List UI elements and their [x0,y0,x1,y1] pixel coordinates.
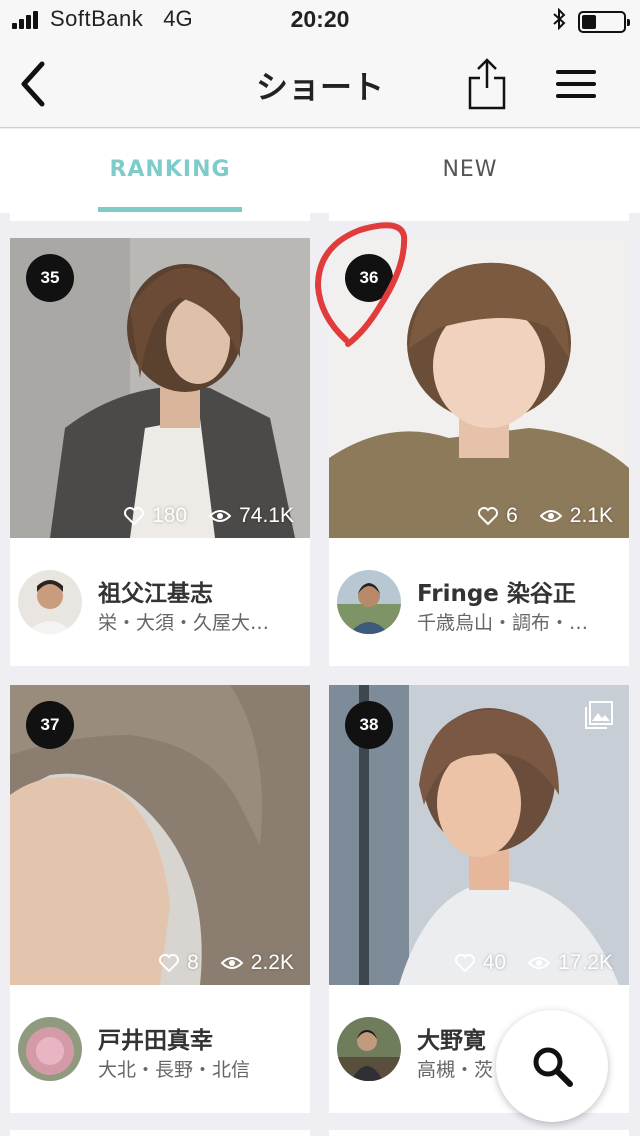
heart-icon [478,507,499,525]
tab-ranking[interactable]: RANKING [10,129,330,213]
search-icon [533,1047,573,1087]
rank-badge: 35 [26,254,74,302]
view-count: 2.2K [250,951,294,974]
tab-new[interactable]: NEW [310,129,630,213]
author-area: 栄・大須・久屋大… [98,612,270,634]
clock: 20:20 [290,6,350,32]
active-tab-indicator [98,207,242,212]
tab-bar: RANKING NEW [0,129,640,213]
style-card[interactable]: 35 180 74.1K 祖父江基志 栄・大須・久屋大… [10,238,310,666]
next-card-edge [10,1130,310,1136]
avatar[interactable] [18,1017,82,1081]
style-photo[interactable]: 35 180 74.1K [10,238,310,538]
author-name: Fringe 染谷正 [417,581,576,607]
style-photo[interactable]: 38 40 17.2K [329,685,629,985]
heart-icon [159,954,180,972]
heart-icon [124,507,145,525]
stats: 8 2.2K [159,951,294,975]
next-card-edge [329,1130,629,1136]
view-count: 2.1K [569,504,613,527]
battery-icon [578,10,630,33]
rank-badge: 37 [26,701,74,749]
author-name: 戸井田真幸 [98,1028,213,1054]
status-bar: SoftBank 4G 20:20 [0,0,640,40]
gallery-icon [583,699,615,731]
view-count: 17.2K [558,951,613,974]
annotation-scribble [314,222,408,347]
bluetooth-icon [552,7,566,35]
heart-icon [454,954,475,972]
menu-button[interactable] [556,70,596,98]
avatar[interactable] [337,1017,401,1081]
eye-icon [209,509,232,523]
style-card[interactable]: 37 8 2.2K 戸井田真幸 大北・長野・北信 [10,685,310,1113]
like-count: 6 [506,504,518,527]
author-name: 大野寛 [417,1028,486,1054]
eye-icon [528,956,551,970]
share-icon [468,58,506,110]
stats: 40 17.2K [454,951,613,975]
avatar[interactable] [18,570,82,634]
style-photo[interactable]: 37 8 2.2K [10,685,310,985]
like-count: 40 [482,951,507,974]
stats: 6 2.1K [478,504,613,528]
author-row[interactable]: 祖父江基志 栄・大須・久屋大… [10,538,310,666]
like-count: 180 [152,504,188,527]
search-button[interactable] [496,1010,608,1122]
author-area: 千歳烏山・調布・… [417,612,589,634]
author-name: 祖父江基志 [98,581,213,607]
navigation-bar: ショート [0,40,640,128]
share-button[interactable] [466,56,508,112]
eye-icon [539,509,562,523]
author-row[interactable]: Fringe 染谷正 千歳烏山・調布・… [329,538,629,666]
previous-card-edge [10,213,310,221]
hamburger-menu-icon [556,70,596,98]
like-count: 8 [187,951,199,974]
author-area: 大北・長野・北信 [98,1059,251,1081]
view-count: 74.1K [239,504,294,527]
rank-badge: 38 [345,701,393,749]
avatar[interactable] [337,570,401,634]
stats: 180 74.1K [124,504,294,528]
author-row[interactable]: 戸井田真幸 大北・長野・北信 [10,985,310,1113]
page-title: ショート [255,68,384,106]
eye-icon [220,956,243,970]
